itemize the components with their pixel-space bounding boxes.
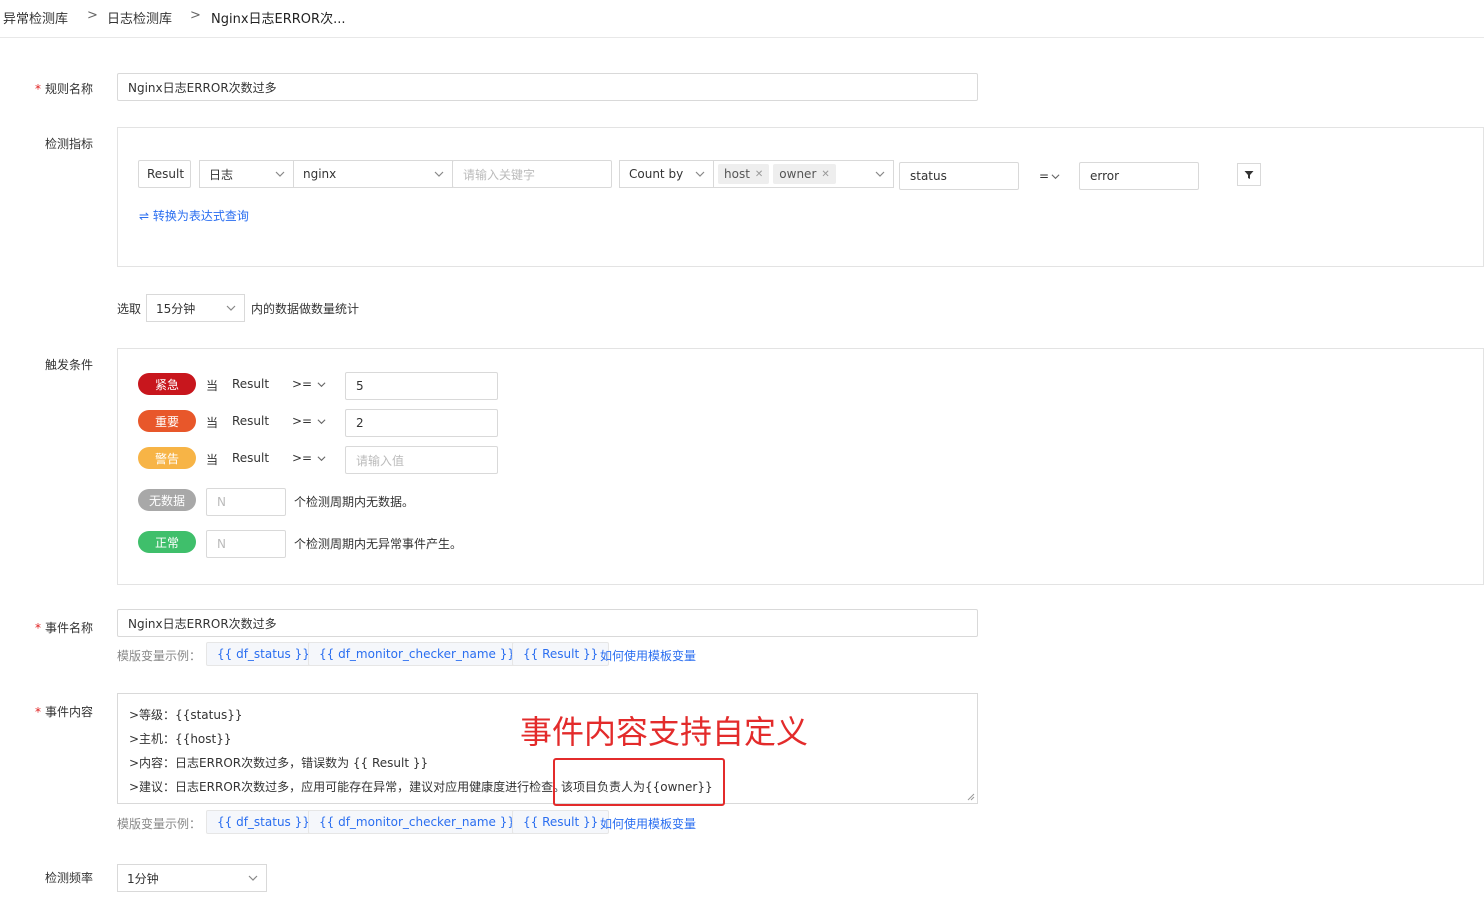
source-select[interactable]: 日志 (199, 160, 294, 188)
chevron-down-icon (317, 381, 326, 387)
level-metric-label: Result (232, 377, 270, 391)
convert-to-expression-link[interactable]: ⇌ 转换为表达式查询 (139, 207, 249, 224)
index-select[interactable]: nginx (293, 160, 453, 188)
var-tag-df-status[interactable]: {{ df_status }} (206, 810, 321, 834)
level-critical-badge: 紧急 (138, 373, 196, 395)
close-icon[interactable]: ✕ (755, 169, 763, 180)
event-content-var-label: 模版变量示例： (117, 817, 202, 831)
no-data-periods-input[interactable]: N (206, 488, 286, 516)
annotation-highlight-box (553, 758, 725, 806)
close-icon[interactable]: ✕ (821, 169, 829, 180)
level-operator-select[interactable]: >= (292, 451, 326, 465)
normal-periods-input[interactable]: N (206, 530, 286, 558)
rule-name-input[interactable]: Nginx日志ERROR次数过多 (117, 73, 978, 101)
template-var-help-link[interactable]: 如何使用模板变量 (600, 647, 696, 664)
metric-label: 检测指标 (45, 137, 94, 151)
keyword-input[interactable]: 请输入关键字 (452, 160, 612, 188)
event-content-label: * 事件内容 (35, 705, 94, 719)
var-tag-result[interactable]: {{ Result }} (512, 810, 610, 834)
chevron-down-icon (434, 171, 444, 177)
metric-panel (117, 127, 1484, 267)
chevron-down-icon (275, 171, 285, 177)
period-prefix: 选取 (117, 302, 142, 316)
level-important-badge: 重要 (138, 410, 196, 432)
breadcrumb-item-log-library[interactable]: 日志检测库 (107, 8, 172, 27)
frequency-select[interactable]: 1分钟 (117, 864, 267, 892)
frequency-label: 检测频率 (45, 871, 94, 885)
period-suffix: 内的数据做数量统计 (251, 302, 360, 316)
metric-result-label: Result (138, 160, 191, 188)
level-when-label: 当 (206, 416, 219, 430)
chevron-down-icon (1051, 173, 1060, 179)
breadcrumb-item-current: Nginx日志ERROR次... (211, 12, 346, 27)
level-normal-badge: 正常 (138, 531, 196, 553)
level-when-label: 当 (206, 453, 219, 467)
content-line: >主机：{{host}} (129, 732, 232, 746)
tag-host: host ✕ (718, 164, 770, 184)
content-line: >等级：{{status}} (129, 708, 243, 722)
breadcrumb-separator: > (190, 8, 201, 23)
level-no-data-badge: 无数据 (138, 489, 196, 511)
level-operator-select[interactable]: >= (292, 414, 326, 428)
level-critical-value-input[interactable]: 5 (345, 372, 498, 400)
filter-operator-select[interactable]: = (1039, 169, 1060, 183)
group-by-tags-select[interactable]: host ✕ owner ✕ (713, 160, 894, 188)
tag-owner: owner ✕ (773, 164, 836, 184)
chevron-down-icon (317, 455, 326, 461)
breadcrumb-separator: > (87, 8, 98, 23)
level-metric-label: Result (232, 451, 270, 465)
level-operator-select[interactable]: >= (292, 377, 326, 391)
level-metric-label: Result (232, 414, 270, 428)
content-line: >内容：日志ERROR次数过多，错误数为 {{ Result }} (129, 756, 429, 770)
level-important-value-input[interactable]: 2 (345, 409, 498, 437)
count-by-select[interactable]: Count by (619, 160, 714, 188)
var-tag-df-status[interactable]: {{ df_status }} (206, 642, 321, 666)
normal-suffix: 个检测周期内无异常事件产生。 (294, 537, 463, 551)
filter-icon (1244, 170, 1254, 179)
resize-handle-icon[interactable] (967, 793, 975, 801)
filter-button[interactable] (1237, 163, 1261, 186)
chevron-down-icon (875, 171, 885, 177)
filter-value-input[interactable]: error (1079, 162, 1199, 190)
template-var-help-link[interactable]: 如何使用模板变量 (600, 815, 696, 832)
chevron-down-icon (317, 418, 326, 424)
event-name-var-label: 模版变量示例： (117, 649, 202, 663)
chevron-down-icon (695, 171, 705, 177)
level-warning-value-input[interactable]: 请输入值 (345, 446, 498, 474)
rule-name-label: * 规则名称 (35, 82, 94, 96)
no-data-suffix: 个检测周期内无数据。 (294, 495, 415, 509)
event-name-label: * 事件名称 (35, 621, 94, 635)
chevron-down-icon (226, 305, 236, 311)
var-tag-result[interactable]: {{ Result }} (512, 642, 610, 666)
period-select[interactable]: 15分钟 (146, 294, 245, 322)
var-tag-df-monitor-checker-name[interactable]: {{ df_monitor_checker_name }} (308, 642, 527, 666)
annotation-text: 事件内容支持自定义 (520, 713, 809, 751)
var-tag-df-monitor-checker-name[interactable]: {{ df_monitor_checker_name }} (308, 810, 527, 834)
breadcrumb-item-anomaly-library[interactable]: 异常检测库 (3, 8, 68, 27)
trigger-label: 触发条件 (45, 358, 94, 372)
level-when-label: 当 (206, 379, 219, 393)
chevron-down-icon (248, 875, 258, 881)
event-name-input[interactable]: Nginx日志ERROR次数过多 (117, 609, 978, 637)
level-warning-badge: 警告 (138, 447, 196, 469)
content-line: >建议：日志ERROR次数过多，应用可能存在异常，建议对应用健康度进行检查。 (129, 780, 566, 794)
filter-field-input[interactable]: status (899, 162, 1019, 190)
breadcrumb: 异常检测库 > 日志检测库 > Nginx日志ERROR次... (0, 0, 1484, 38)
